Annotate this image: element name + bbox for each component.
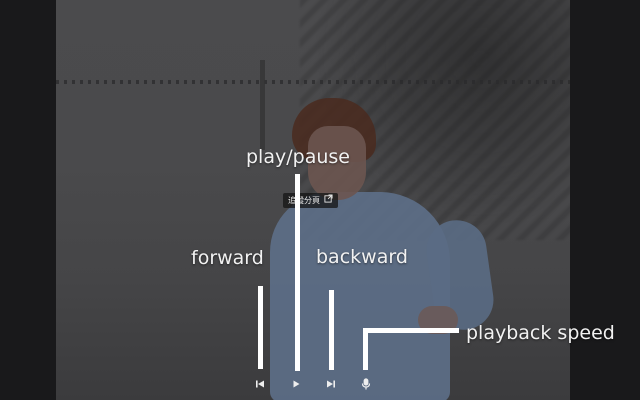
external-link-icon [324,193,333,208]
annotation-forward: forward [191,247,264,269]
skip-next-icon [324,377,338,391]
play-button[interactable] [289,377,303,391]
screen: 追蹤分頁 play/pause forward backward playbac… [0,0,640,400]
left-letterbox [0,0,56,400]
annotation-playback-speed: playback speed [466,322,615,344]
open-tab-chip[interactable]: 追蹤分頁 [283,193,338,208]
annotation-backward: backward [316,246,408,268]
play-icon [289,377,303,391]
annotation-line-speed-horizontal [363,328,459,333]
microphone-icon [359,377,373,391]
skip-previous-icon [253,377,267,391]
chip-label: 追蹤分頁 [288,196,320,205]
video-fence-wire [56,80,570,84]
playback-speed-button[interactable] [359,377,373,391]
skip-previous-button[interactable] [253,377,267,391]
annotation-line-backward [329,290,334,370]
annotation-line-forward [258,286,263,369]
skip-next-button[interactable] [324,377,338,391]
video-pole [260,60,265,150]
annotation-line-speed-vertical [363,328,368,370]
annotation-play-pause: play/pause [246,146,350,168]
annotation-line-play-pause [295,174,300,371]
